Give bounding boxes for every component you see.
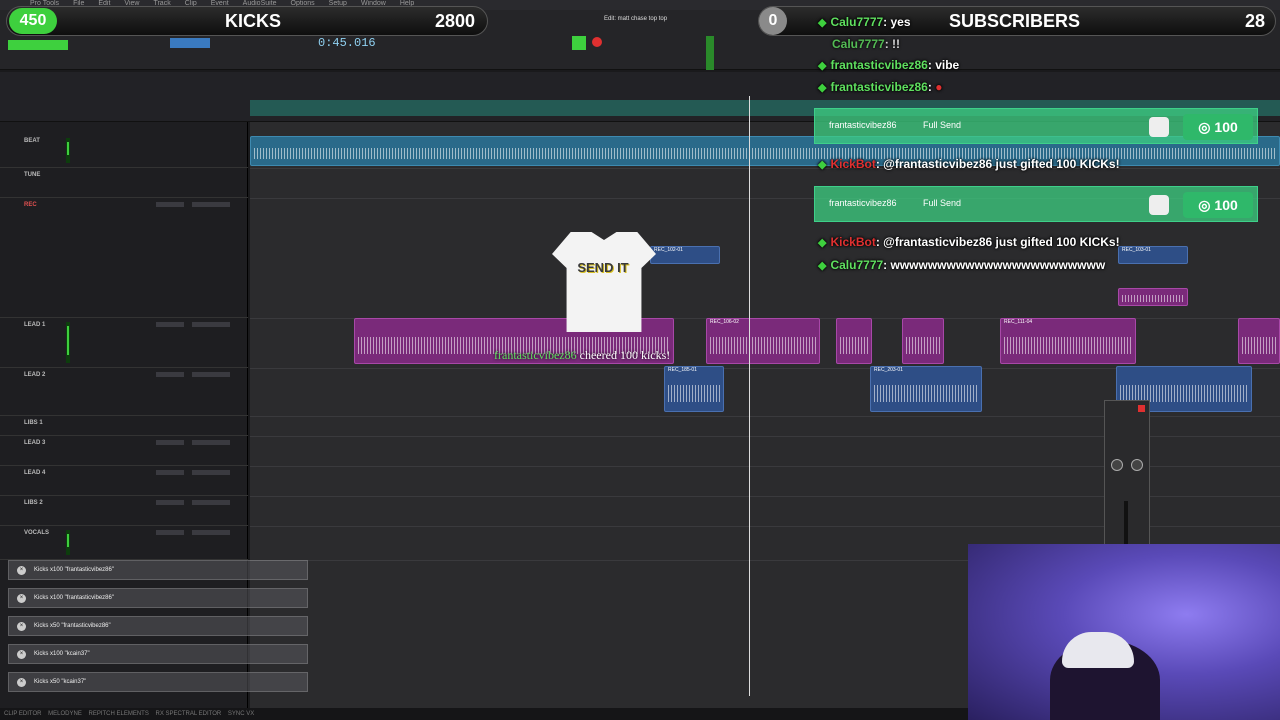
- coin-icon: ◎: [1198, 118, 1211, 135]
- track-libs-2[interactable]: LIBS 2: [0, 496, 248, 526]
- kicks-label: KICKS: [225, 10, 282, 31]
- chat-badge-icon: ◆: [818, 60, 827, 72]
- track-lead-2[interactable]: LEAD 2: [0, 368, 248, 416]
- audio-clip[interactable]: REC_106-02: [706, 318, 820, 364]
- audio-clip[interactable]: REC_185-01: [664, 366, 724, 412]
- chat-message: ◆ frantasticvibez86: vibe: [818, 58, 960, 72]
- track-lead-3[interactable]: LEAD 3: [0, 436, 248, 466]
- gift-alert: frantasticvibez86 Full Send ◎ 100: [814, 108, 1258, 144]
- gift-amount: ◎ 100: [1183, 192, 1253, 218]
- chat-badge-icon: ◆: [818, 82, 827, 94]
- main-counter: 0:45.016: [318, 36, 376, 50]
- kicks-goal: 2800: [434, 10, 475, 31]
- audio-clip[interactable]: [1118, 288, 1188, 306]
- track-vocals[interactable]: VOCALS: [0, 526, 248, 560]
- emote-icon: ●: [935, 80, 943, 94]
- track-tune[interactable]: TUNE: [0, 168, 248, 198]
- track-name: BEAT: [24, 138, 40, 144]
- chat-message: Calu7777: !!: [832, 37, 901, 51]
- shirt-icon: [1149, 195, 1169, 215]
- audio-clip[interactable]: REC_102-01: [650, 246, 720, 264]
- tab-clip-editor[interactable]: CLIP EDITOR: [4, 711, 41, 717]
- kick-alert-row: × Kicks x100 "frantasticvibez86": [8, 560, 308, 580]
- chat-badge-icon: ◆: [818, 237, 827, 249]
- cheer-alert: frantasticvibez86 cheered 100 kicks!: [494, 348, 671, 362]
- close-icon[interactable]: ×: [17, 593, 26, 603]
- shirt-icon: [552, 232, 656, 332]
- track-name: LEAD 4: [24, 470, 46, 476]
- track-name: LEAD 2: [24, 372, 46, 378]
- close-icon[interactable]: ×: [17, 677, 26, 687]
- tab-rx[interactable]: RX SPECTRAL EDITOR: [156, 711, 222, 717]
- close-icon[interactable]: [1138, 405, 1145, 412]
- record-button[interactable]: [592, 37, 602, 47]
- audio-clip[interactable]: REC_103-01: [1118, 246, 1188, 264]
- chat-message: ◆ Calu7777: wwwwwwwwwwwwwwwwwwwwwww: [818, 258, 1106, 272]
- knob-control[interactable]: [1111, 459, 1123, 471]
- tab-repitch[interactable]: REPITCH ELEMENTS: [89, 711, 149, 717]
- chat-badge-icon: ◆: [818, 260, 827, 272]
- subscribers-count-badge: 0: [759, 7, 787, 35]
- kick-alert-row: × Kicks x100 "frantasticvibez86": [8, 588, 308, 608]
- bot-message: ◆ KickBot: @frantasticvibez86 just gifted…: [818, 235, 1120, 249]
- gift-alert: frantasticvibez86 Full Send ◎ 100: [814, 186, 1258, 222]
- mode-buttons[interactable]: [8, 40, 68, 50]
- track-rec[interactable]: REC: [0, 198, 248, 318]
- kicks-count-badge: 450: [9, 8, 57, 34]
- track-lead-1[interactable]: LEAD 1: [0, 318, 248, 368]
- master-meter: [706, 36, 714, 70]
- kicks-goal-bar: 450 KICKS 2800: [6, 6, 488, 36]
- track-name: LEAD 1: [24, 322, 46, 328]
- gift-amount: ◎ 100: [1183, 114, 1253, 140]
- tab-sync-vx[interactable]: SYNC VX: [228, 711, 254, 717]
- track-name: LIBS 1: [24, 420, 43, 426]
- playhead-cursor[interactable]: [749, 96, 750, 696]
- audio-clip[interactable]: [902, 318, 944, 364]
- shirt-icon: [1149, 117, 1169, 137]
- track-name: TUNE: [24, 172, 41, 178]
- window-title: Edit: matt chase top top: [604, 16, 668, 22]
- track-name: VOCALS: [24, 530, 50, 536]
- audio-clip[interactable]: REC_111-04: [1000, 318, 1136, 364]
- track-name: LIBS 2: [24, 500, 43, 506]
- coin-icon: ◎: [1198, 196, 1211, 213]
- close-icon[interactable]: ×: [17, 565, 26, 575]
- audio-clip[interactable]: [1238, 318, 1280, 364]
- subscribers-goal: 28: [1244, 10, 1265, 31]
- audio-clip[interactable]: REC_203-01: [870, 366, 982, 412]
- kick-alert-row: × Kicks x100 "kcain37": [8, 644, 308, 664]
- track-beat[interactable]: BEAT: [0, 134, 248, 168]
- chat-message: ◆ Calu7777: yes: [818, 15, 911, 29]
- tool-buttons[interactable]: [170, 38, 210, 48]
- subscribers-label: SUBSCRIBERS: [949, 10, 1081, 31]
- chat-badge-icon: ◆: [818, 159, 827, 171]
- chat-badge-icon: ◆: [818, 17, 827, 29]
- tab-melodyne[interactable]: MELODYNE: [48, 711, 82, 717]
- track-name: LEAD 3: [24, 440, 46, 446]
- bot-message: ◆ KickBot: @frantasticvibez86 just gifted…: [818, 157, 1120, 171]
- close-icon[interactable]: ×: [17, 649, 26, 659]
- chat-message: ◆ frantasticvibez86: ●: [818, 80, 943, 94]
- close-icon[interactable]: ×: [17, 621, 26, 631]
- shirt-text: SEND IT: [577, 260, 629, 275]
- audio-clip[interactable]: [836, 318, 872, 364]
- track-libs-1[interactable]: LIBS 1: [0, 416, 248, 436]
- kick-alert-row: × Kicks x50 "frantasticvibez86": [8, 616, 308, 636]
- knob-control[interactable]: [1131, 459, 1143, 471]
- record-enable-button[interactable]: [572, 36, 586, 50]
- track-name: REC: [24, 202, 37, 208]
- track-lead-4[interactable]: LEAD 4: [0, 466, 248, 496]
- kick-alert-row: × Kicks x50 "kcain37": [8, 672, 308, 692]
